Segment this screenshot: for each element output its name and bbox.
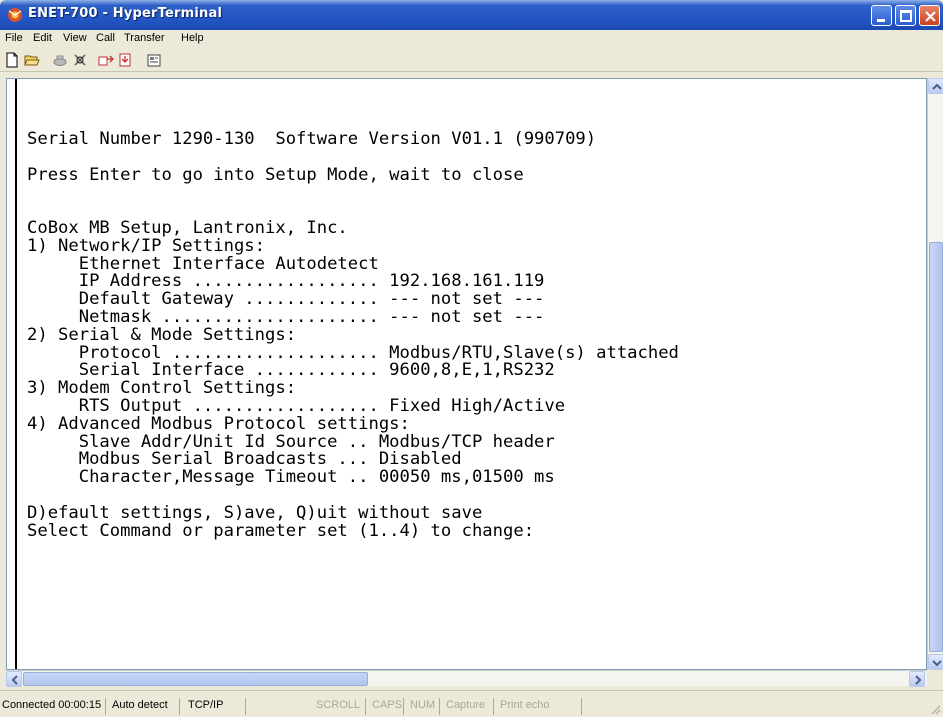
scroll-down-button[interactable] — [928, 654, 943, 670]
hyperterminal-window: ENET-700 - HyperTerminal File Edit View … — [0, 0, 943, 717]
scrollbar-corner — [927, 670, 943, 686]
scroll-up-button[interactable] — [928, 78, 943, 94]
toolbar — [0, 48, 943, 72]
status-print-echo: Print echo — [498, 698, 582, 715]
scroll-left-button[interactable] — [6, 671, 22, 687]
terminal-screen[interactable]: Serial Number 1290-130 Software Version … — [15, 79, 920, 669]
new-icon[interactable] — [4, 52, 20, 68]
status-capture: Capture — [444, 698, 494, 715]
send-icon[interactable] — [98, 52, 114, 68]
menu-view[interactable]: View — [63, 32, 87, 44]
vertical-scroll-thumb[interactable] — [929, 242, 943, 652]
disconnect-icon[interactable] — [72, 52, 88, 68]
close-button[interactable] — [919, 5, 940, 26]
scroll-right-button[interactable] — [909, 671, 925, 687]
minimize-icon — [877, 19, 885, 22]
vertical-scrollbar[interactable] — [927, 78, 943, 670]
status-detect: Auto detect — [110, 698, 180, 715]
terminal-frame: Serial Number 1290-130 Software Version … — [6, 78, 927, 670]
window-title: ENET-700 - HyperTerminal — [28, 6, 223, 21]
status-bar: Connected 00:00:15 Auto detect TCP/IP SC… — [0, 690, 943, 717]
maximize-icon — [900, 10, 912, 22]
menu-edit[interactable]: Edit — [33, 32, 52, 44]
minimize-button[interactable] — [871, 5, 892, 26]
horizontal-scrollbar[interactable] — [6, 670, 927, 687]
title-bar[interactable]: ENET-700 - HyperTerminal — [0, 0, 943, 30]
open-icon[interactable] — [24, 52, 40, 68]
chevron-right-icon — [915, 675, 922, 685]
chevron-left-icon — [11, 675, 18, 685]
menu-transfer[interactable]: Transfer — [124, 32, 165, 44]
terminal-output[interactable]: Serial Number 1290-130 Software Version … — [27, 130, 679, 540]
close-icon — [925, 11, 936, 22]
properties-icon[interactable] — [146, 52, 162, 68]
chevron-down-icon — [932, 660, 942, 667]
menu-call[interactable]: Call — [96, 32, 115, 44]
menu-bar: File Edit View Call Transfer Help — [0, 30, 943, 48]
status-protocol: TCP/IP — [186, 698, 246, 715]
receive-icon[interactable] — [118, 52, 134, 68]
menu-file[interactable]: File — [5, 32, 23, 44]
status-scroll: SCROLL — [314, 698, 366, 715]
status-num: NUM — [408, 698, 440, 715]
status-caps: CAPS — [370, 698, 404, 715]
menu-help[interactable]: Help — [181, 32, 204, 44]
horizontal-scroll-thumb[interactable] — [23, 672, 368, 686]
hyperterminal-app-icon[interactable] — [6, 6, 24, 24]
resize-grip-icon[interactable] — [929, 703, 941, 715]
status-connected: Connected 00:00:15 — [0, 698, 106, 715]
connect-icon[interactable] — [52, 52, 68, 68]
maximize-button[interactable] — [895, 5, 916, 26]
chevron-up-icon — [932, 83, 942, 90]
